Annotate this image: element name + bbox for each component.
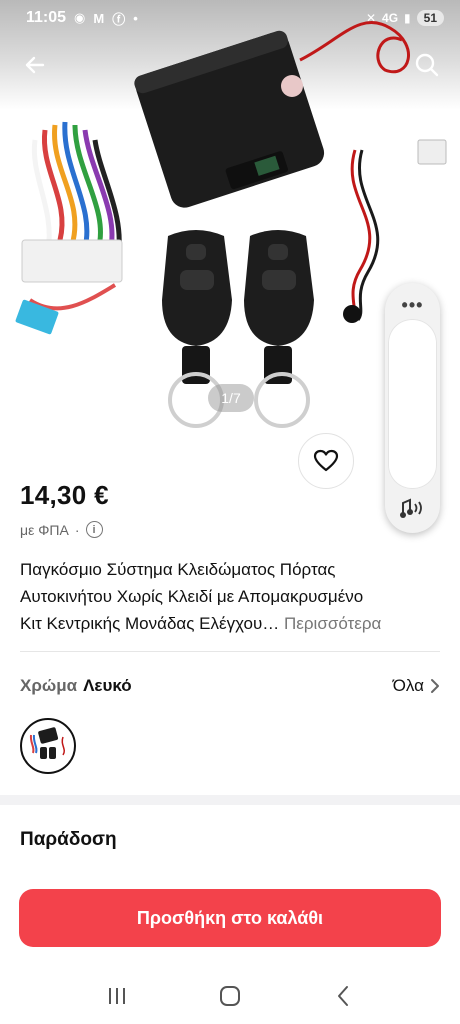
gallery-page-indicator: 1/7: [208, 384, 254, 412]
color-value: Λευκό: [83, 676, 132, 695]
back-arrow-icon: [25, 56, 45, 74]
search-button[interactable]: [410, 48, 444, 82]
chevron-right-icon: [431, 679, 439, 693]
signal-icon: ▮: [404, 11, 411, 25]
home-button[interactable]: [205, 971, 255, 1021]
color-swatch[interactable]: [20, 718, 76, 774]
mail-icon: M: [93, 10, 105, 26]
color-label: Χρώμα: [20, 676, 78, 695]
color-variant-row[interactable]: Χρώμα Λευκό Όλα: [20, 673, 440, 699]
vat-separator: ·: [74, 521, 80, 538]
more-notifications-icon: •: [133, 10, 138, 26]
search-icon: [415, 53, 439, 77]
system-nav-bar: [0, 968, 460, 1024]
facebook-icon: ⓕ: [112, 11, 126, 27]
edge-panel-handle[interactable]: [388, 319, 437, 489]
product-title-line: Κιτ Κεντρικής Μονάδας Ελέγχου…: [20, 614, 280, 633]
status-bar: 11:05 ◉ M ⓕ • ✕ 4G ▮ 51: [0, 0, 460, 36]
edge-panel[interactable]: •••: [385, 283, 440, 533]
swatch-thumbnail: [29, 727, 66, 759]
product-title-line-last: Κιτ Κεντρικής Μονάδας Ελέγχου… Περισσότε…: [20, 610, 440, 637]
product-title-line: Αυτοκινήτου Χωρίς Κλειδί με Απομακρυσμέν…: [20, 587, 364, 606]
section-separator: [0, 795, 460, 805]
add-to-cart-button[interactable]: Προσθήκη στο καλάθι: [19, 889, 441, 947]
heart-icon: [313, 449, 339, 472]
system-back-button[interactable]: [318, 971, 368, 1021]
mute-icon: ✕: [365, 11, 377, 25]
delivery-title: Παράδοση: [20, 829, 117, 850]
product-title-line: Παγκόσμιο Σύστημα Κλειδώματος Πόρτας: [20, 560, 336, 579]
more-link[interactable]: Περισσότερα: [284, 614, 381, 633]
all-variants-label: Όλα: [392, 676, 424, 695]
product-title[interactable]: Παγκόσμιο Σύστημα Κλειδώματος Πόρτας Αυτ…: [20, 556, 440, 637]
product-price: 14,30 €: [20, 480, 109, 510]
status-time: 11:05: [26, 9, 67, 26]
edge-panel-menu[interactable]: •••: [385, 295, 440, 316]
recents-icon: [108, 988, 125, 1004]
all-variants-link[interactable]: Όλα: [393, 676, 440, 696]
back-button[interactable]: [18, 48, 52, 82]
vat-label: με ΦΠΑ: [20, 521, 69, 538]
edge-sound-button[interactable]: [385, 493, 440, 523]
battery-indicator: 51: [416, 10, 444, 26]
info-icon[interactable]: i: [85, 521, 103, 538]
network-type: 4G: [382, 11, 399, 25]
sound-icon: [399, 498, 422, 518]
wishlist-button[interactable]: [298, 433, 354, 489]
messenger-icon: ◉: [74, 10, 86, 25]
vat-row: με ΦΠΑ · i: [20, 521, 103, 538]
back-icon: [338, 986, 349, 1006]
home-icon: [219, 986, 240, 1006]
recents-button[interactable]: [92, 971, 142, 1021]
divider: [20, 651, 440, 652]
